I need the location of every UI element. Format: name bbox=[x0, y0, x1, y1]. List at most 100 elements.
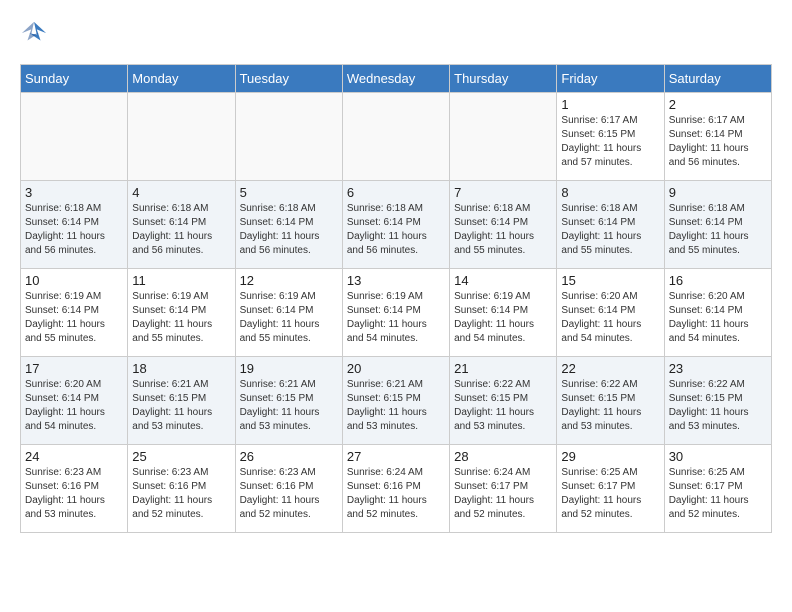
calendar-cell: 26 Sunrise: 6:23 AM Sunset: 6:16 PM Dayli… bbox=[235, 445, 342, 533]
day-number: 25 bbox=[132, 449, 230, 464]
day-info: Sunrise: 6:24 AM Sunset: 6:17 PM Dayligh… bbox=[454, 466, 552, 522]
calendar-cell bbox=[342, 93, 449, 181]
day-number: 27 bbox=[347, 449, 445, 464]
calendar-cell: 11 Sunrise: 6:19 AM Sunset: 6:14 PM Dayli… bbox=[128, 269, 235, 357]
calendar-cell: 10 Sunrise: 6:19 AM Sunset: 6:14 PM Dayli… bbox=[21, 269, 128, 357]
day-info: Sunrise: 6:19 AM Sunset: 6:14 PM Dayligh… bbox=[347, 290, 445, 346]
day-number: 18 bbox=[132, 361, 230, 376]
day-info: Sunrise: 6:18 AM Sunset: 6:14 PM Dayligh… bbox=[132, 202, 230, 258]
calendar-cell bbox=[21, 93, 128, 181]
day-number: 19 bbox=[240, 361, 338, 376]
day-number: 14 bbox=[454, 273, 552, 288]
calendar-cell: 27 Sunrise: 6:24 AM Sunset: 6:16 PM Dayli… bbox=[342, 445, 449, 533]
day-info: Sunrise: 6:19 AM Sunset: 6:14 PM Dayligh… bbox=[132, 290, 230, 346]
weekday-header-monday: Monday bbox=[128, 65, 235, 93]
day-info: Sunrise: 6:18 AM Sunset: 6:14 PM Dayligh… bbox=[561, 202, 659, 258]
weekday-header-friday: Friday bbox=[557, 65, 664, 93]
day-info: Sunrise: 6:21 AM Sunset: 6:15 PM Dayligh… bbox=[347, 378, 445, 434]
day-number: 11 bbox=[132, 273, 230, 288]
calendar-cell: 6 Sunrise: 6:18 AM Sunset: 6:14 PM Daylig… bbox=[342, 181, 449, 269]
logo-icon bbox=[20, 20, 48, 48]
calendar-cell: 20 Sunrise: 6:21 AM Sunset: 6:15 PM Dayli… bbox=[342, 357, 449, 445]
day-number: 12 bbox=[240, 273, 338, 288]
calendar-cell bbox=[128, 93, 235, 181]
calendar-cell: 14 Sunrise: 6:19 AM Sunset: 6:14 PM Dayli… bbox=[450, 269, 557, 357]
calendar-cell: 4 Sunrise: 6:18 AM Sunset: 6:14 PM Daylig… bbox=[128, 181, 235, 269]
day-number: 2 bbox=[669, 97, 767, 112]
day-number: 28 bbox=[454, 449, 552, 464]
calendar-cell: 17 Sunrise: 6:20 AM Sunset: 6:14 PM Dayli… bbox=[21, 357, 128, 445]
weekday-header-thursday: Thursday bbox=[450, 65, 557, 93]
calendar-row-3: 10 Sunrise: 6:19 AM Sunset: 6:14 PM Dayli… bbox=[21, 269, 772, 357]
calendar-cell bbox=[450, 93, 557, 181]
day-info: Sunrise: 6:20 AM Sunset: 6:14 PM Dayligh… bbox=[561, 290, 659, 346]
day-info: Sunrise: 6:19 AM Sunset: 6:14 PM Dayligh… bbox=[25, 290, 123, 346]
day-info: Sunrise: 6:24 AM Sunset: 6:16 PM Dayligh… bbox=[347, 466, 445, 522]
calendar-cell: 25 Sunrise: 6:23 AM Sunset: 6:16 PM Dayli… bbox=[128, 445, 235, 533]
calendar-cell: 7 Sunrise: 6:18 AM Sunset: 6:14 PM Daylig… bbox=[450, 181, 557, 269]
calendar-cell: 3Sunrise: 6:18 AM Sunset: 6:14 PM Daylig… bbox=[21, 181, 128, 269]
day-info: Sunrise: 6:20 AM Sunset: 6:14 PM Dayligh… bbox=[25, 378, 123, 434]
day-number: 20 bbox=[347, 361, 445, 376]
calendar-cell: 2 Sunrise: 6:17 AM Sunset: 6:14 PM Daylig… bbox=[664, 93, 771, 181]
day-number: 7 bbox=[454, 185, 552, 200]
day-info: Sunrise: 6:23 AM Sunset: 6:16 PM Dayligh… bbox=[132, 466, 230, 522]
day-number: 3 bbox=[25, 185, 123, 200]
calendar-cell: 16 Sunrise: 6:20 AM Sunset: 6:14 PM Dayli… bbox=[664, 269, 771, 357]
day-number: 10 bbox=[25, 273, 123, 288]
calendar-cell: 13Sunrise: 6:19 AM Sunset: 6:14 PM Dayli… bbox=[342, 269, 449, 357]
calendar-row-2: 3 Sunrise: 6:18 AM Sunset: 6:14 PM Daylig… bbox=[21, 181, 772, 269]
calendar-cell: 15 Sunrise: 6:20 AM Sunset: 6:14 PM Dayli… bbox=[557, 269, 664, 357]
day-number: 5 bbox=[240, 185, 338, 200]
day-info: Sunrise: 6:19 AM Sunset: 6:14 PM Dayligh… bbox=[240, 290, 338, 346]
day-number: 17 bbox=[25, 361, 123, 376]
day-number: 8 bbox=[561, 185, 659, 200]
day-number: 30 bbox=[669, 449, 767, 464]
day-info: Sunrise: 6:18 AM Sunset: 6:14 PM Dayligh… bbox=[240, 202, 338, 258]
day-number: 4 bbox=[132, 185, 230, 200]
calendar-row-1: 1Sunrise: 6:17 AM Sunset: 6:15 PM Daylig… bbox=[21, 93, 772, 181]
day-info: Sunrise: 6:17 AM Sunset: 6:15 PM Dayligh… bbox=[561, 114, 659, 170]
calendar-cell: 24 Sunrise: 6:23 AM Sunset: 6:16 PM Dayli… bbox=[21, 445, 128, 533]
day-number: 9 bbox=[669, 185, 767, 200]
calendar-row-5: 24 Sunrise: 6:23 AM Sunset: 6:16 PM Dayli… bbox=[21, 445, 772, 533]
page-header bbox=[20, 20, 772, 48]
calendar-header-row: SundayMondayTuesdayWednesdayThursdayFrid… bbox=[21, 65, 772, 93]
day-info: Sunrise: 6:23 AM Sunset: 6:16 PM Dayligh… bbox=[240, 466, 338, 522]
day-number: 16 bbox=[669, 273, 767, 288]
day-info: Sunrise: 6:22 AM Sunset: 6:15 PM Dayligh… bbox=[561, 378, 659, 434]
day-info: Sunrise: 6:17 AM Sunset: 6:14 PM Dayligh… bbox=[669, 114, 767, 170]
day-number: 6 bbox=[347, 185, 445, 200]
day-info: Sunrise: 6:22 AM Sunset: 6:15 PM Dayligh… bbox=[454, 378, 552, 434]
calendar-cell: 9 Sunrise: 6:18 AM Sunset: 6:14 PM Daylig… bbox=[664, 181, 771, 269]
calendar-cell bbox=[235, 93, 342, 181]
calendar-cell: 8 Sunrise: 6:18 AM Sunset: 6:14 PM Daylig… bbox=[557, 181, 664, 269]
calendar-cell: 21Sunrise: 6:22 AM Sunset: 6:15 PM Dayli… bbox=[450, 357, 557, 445]
day-number: 23 bbox=[669, 361, 767, 376]
day-info: Sunrise: 6:19 AM Sunset: 6:14 PM Dayligh… bbox=[454, 290, 552, 346]
day-info: Sunrise: 6:21 AM Sunset: 6:15 PM Dayligh… bbox=[240, 378, 338, 434]
day-info: Sunrise: 6:18 AM Sunset: 6:14 PM Dayligh… bbox=[669, 202, 767, 258]
weekday-header-saturday: Saturday bbox=[664, 65, 771, 93]
day-number: 15 bbox=[561, 273, 659, 288]
calendar-cell: 1Sunrise: 6:17 AM Sunset: 6:15 PM Daylig… bbox=[557, 93, 664, 181]
day-info: Sunrise: 6:22 AM Sunset: 6:15 PM Dayligh… bbox=[669, 378, 767, 434]
weekday-header-wednesday: Wednesday bbox=[342, 65, 449, 93]
weekday-header-tuesday: Tuesday bbox=[235, 65, 342, 93]
day-number: 22 bbox=[561, 361, 659, 376]
day-number: 24 bbox=[25, 449, 123, 464]
day-info: Sunrise: 6:18 AM Sunset: 6:14 PM Dayligh… bbox=[347, 202, 445, 258]
calendar-cell: 22 Sunrise: 6:22 AM Sunset: 6:15 PM Dayli… bbox=[557, 357, 664, 445]
day-number: 29 bbox=[561, 449, 659, 464]
logo bbox=[20, 20, 52, 48]
day-number: 26 bbox=[240, 449, 338, 464]
calendar-cell: 23 Sunrise: 6:22 AM Sunset: 6:15 PM Dayli… bbox=[664, 357, 771, 445]
calendar-cell: 30Sunrise: 6:25 AM Sunset: 6:17 PM Dayli… bbox=[664, 445, 771, 533]
day-info: Sunrise: 6:23 AM Sunset: 6:16 PM Dayligh… bbox=[25, 466, 123, 522]
day-info: Sunrise: 6:25 AM Sunset: 6:17 PM Dayligh… bbox=[561, 466, 659, 522]
calendar-cell: 5 Sunrise: 6:18 AM Sunset: 6:14 PM Daylig… bbox=[235, 181, 342, 269]
day-info: Sunrise: 6:20 AM Sunset: 6:14 PM Dayligh… bbox=[669, 290, 767, 346]
weekday-header-sunday: Sunday bbox=[21, 65, 128, 93]
day-info: Sunrise: 6:18 AM Sunset: 6:14 PM Dayligh… bbox=[454, 202, 552, 258]
calendar-cell: 29 Sunrise: 6:25 AM Sunset: 6:17 PM Dayli… bbox=[557, 445, 664, 533]
